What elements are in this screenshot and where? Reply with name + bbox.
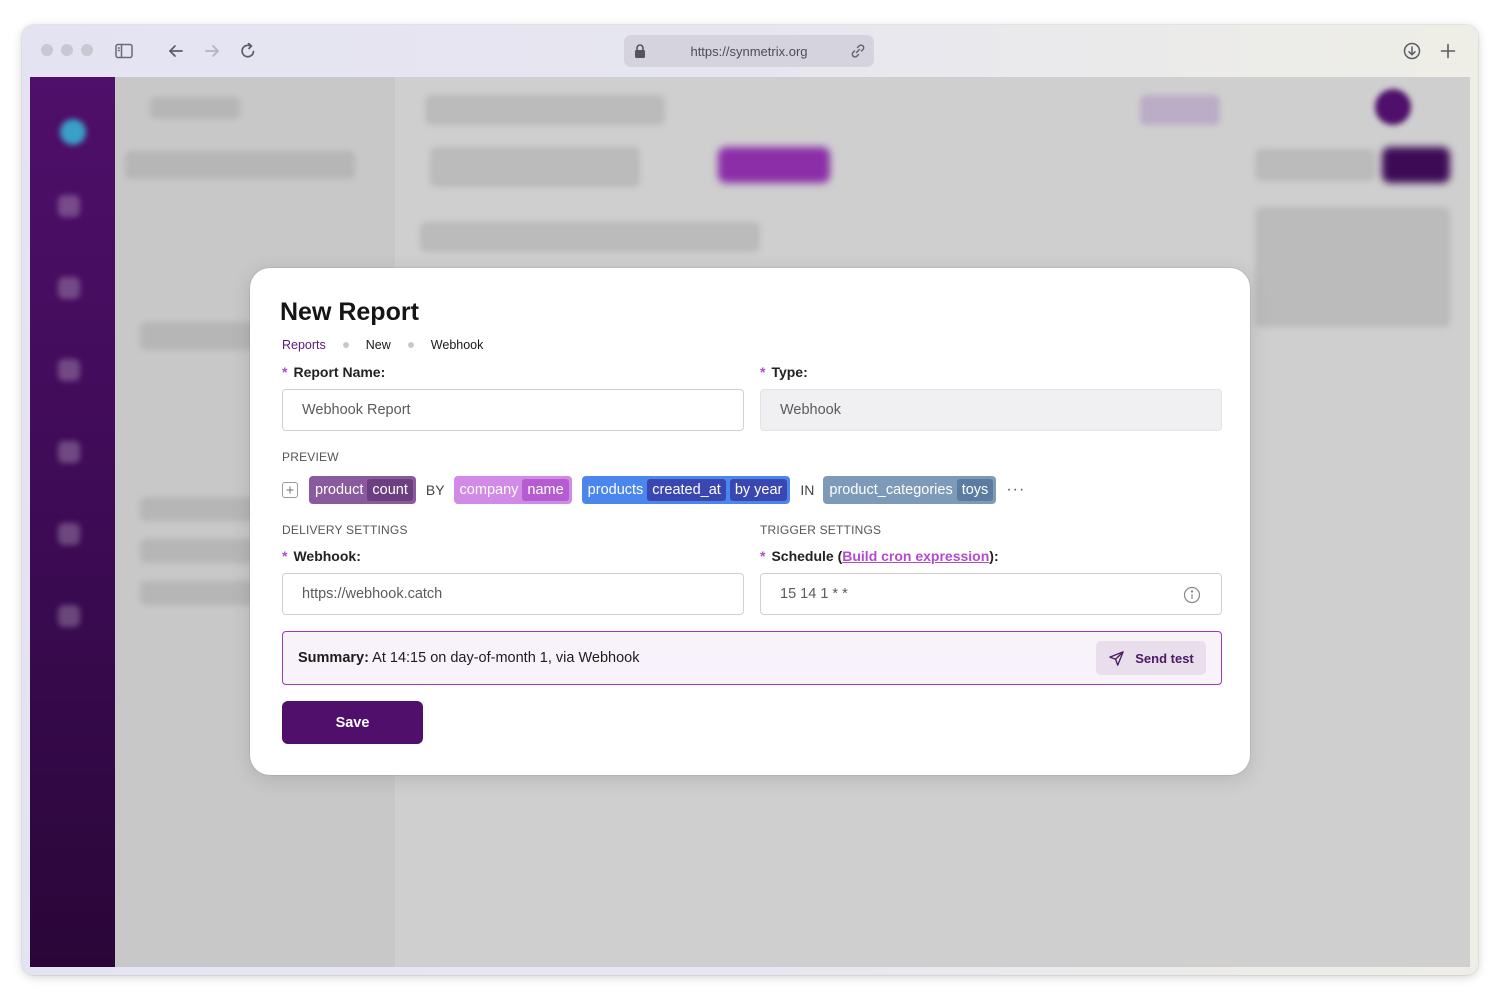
report-name-input[interactable]: Webhook Report (282, 389, 744, 431)
panel-select-backdrop (125, 151, 355, 179)
modal-title: New Report (280, 298, 419, 326)
url-text: https://synmetrix.org (690, 43, 808, 59)
schedule-label: * Schedule (Build cron expression): (760, 548, 999, 564)
browser-titlebar: https://synmetrix.org (22, 25, 1478, 77)
nav-icon-backdrop (58, 277, 80, 299)
primary-button-backdrop (718, 147, 830, 183)
type-label: * Type: (760, 364, 808, 380)
toolbar-backdrop (1255, 149, 1375, 181)
download-icon[interactable] (1400, 39, 1424, 63)
info-icon[interactable] (1183, 586, 1201, 604)
nav-icon-backdrop (58, 605, 80, 627)
breadcrumb-new: New (365, 338, 391, 352)
by-keyword: BY (425, 482, 445, 498)
filter-bar-backdrop (420, 222, 760, 252)
toolbar-button-backdrop (1382, 147, 1450, 183)
save-button[interactable]: Save (282, 701, 423, 744)
close-window-dot[interactable] (41, 44, 53, 56)
tabs-backdrop (430, 147, 640, 187)
nav-icon-backdrop (58, 523, 80, 545)
summary-box: Summary: At 14:15 on day-of-month 1, via… (282, 631, 1222, 685)
back-arrow-icon[interactable] (164, 39, 188, 63)
add-plus-icon[interactable] (282, 482, 298, 498)
app-logo-backdrop (60, 119, 86, 145)
nav-icon-backdrop (58, 195, 80, 217)
schedule-cron-input[interactable]: 15 14 1 * * (760, 573, 1222, 615)
address-bar[interactable]: https://synmetrix.org (624, 35, 874, 67)
reload-icon[interactable] (236, 39, 260, 63)
type-select: Webhook (760, 389, 1222, 431)
page-title-backdrop (425, 95, 665, 125)
lock-icon (635, 44, 645, 58)
webhook-label: * Webhook: (282, 548, 361, 564)
in-keyword: IN (800, 482, 815, 498)
new-tab-plus-icon[interactable] (1436, 39, 1460, 63)
maximize-window-dot[interactable] (81, 44, 93, 56)
breadcrumb-webhook: Webhook (430, 338, 484, 352)
more-ellipsis-icon[interactable]: ··· (1006, 481, 1025, 499)
preview-section-label: PREVIEW (282, 450, 339, 464)
breadcrumb: Reports New Webhook (282, 338, 483, 352)
build-cron-link[interactable]: Build cron expression (842, 548, 989, 564)
delivery-section-label: DELIVERY SETTINGS (282, 523, 408, 537)
summary-label: Summary: (298, 650, 369, 666)
forward-arrow-icon[interactable] (200, 39, 224, 63)
avatar-backdrop (1375, 89, 1411, 125)
measure-chip-product[interactable]: product count (309, 476, 416, 504)
minimize-window-dot[interactable] (61, 44, 73, 56)
panel-title-backdrop (150, 97, 240, 119)
breadcrumb-reports-link[interactable]: Reports (282, 338, 326, 352)
nav-icon-backdrop (58, 359, 80, 381)
report-name-label: * Report Name: (282, 364, 386, 380)
new-report-modal: New Report Reports New Webhook * Report N… (250, 268, 1250, 775)
summary-text: At 14:15 on day-of-month 1, via Webhook (368, 650, 640, 666)
link-icon[interactable] (850, 43, 866, 59)
breadcrumb-separator (407, 342, 414, 348)
preview-query-row: product count BY company name products c… (282, 476, 1025, 504)
dimension-chip-company[interactable]: company name (453, 476, 572, 504)
header-button-backdrop (1140, 95, 1220, 125)
browser-window: https://synmetrix.org New Report Reports… (22, 25, 1478, 975)
breadcrumb-separator (342, 342, 349, 348)
send-paper-plane-icon (1109, 650, 1125, 666)
nav-icon-backdrop (58, 441, 80, 463)
filter-chip-product-categories[interactable]: product_categories toys (823, 476, 997, 504)
trigger-section-label: TRIGGER SETTINGS (760, 523, 882, 537)
webhook-url-input[interactable]: https://webhook.catch (282, 573, 744, 615)
send-test-button[interactable]: Send test (1096, 641, 1206, 675)
side-card-backdrop (1255, 207, 1450, 327)
sidebar-toggle-icon[interactable] (112, 39, 136, 63)
dimension-chip-products[interactable]: products created_at by year (581, 476, 791, 504)
